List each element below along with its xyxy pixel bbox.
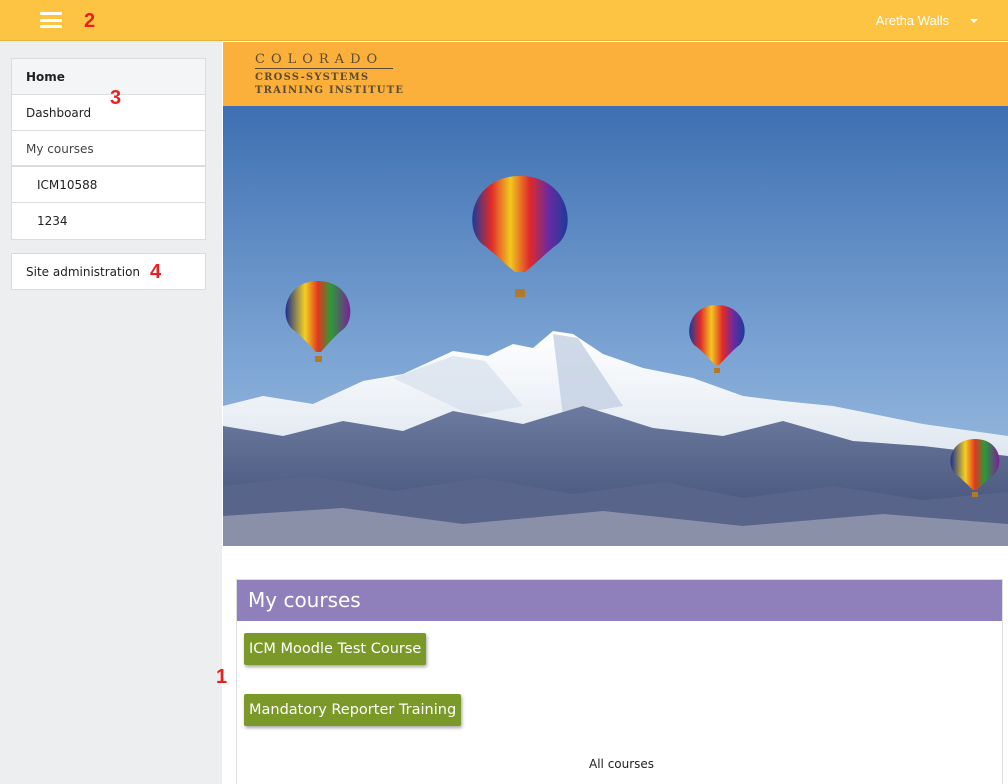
sidebar-item-dashboard[interactable]: Dashboard <box>12 95 205 131</box>
sidebar-item-course-icm10588[interactable]: ICM10588 <box>12 167 205 203</box>
annotation-marker-3: 3 <box>110 87 122 109</box>
top-navbar: Aretha Walls <box>0 0 1008 41</box>
course-button-icm-moodle-test[interactable]: ICM Moodle Test Course <box>244 633 427 665</box>
site-logo[interactable]: COLORADO CROSS-SYSTEMS TRAINING INSTITUT… <box>255 53 404 97</box>
hot-air-balloons-over-mountains-image <box>223 106 1008 546</box>
course-button-mandatory-reporter[interactable]: Mandatory Reporter Training <box>244 694 462 726</box>
my-courses-panel: My courses ICM Moodle Test Course Mandat… <box>236 579 1003 784</box>
sidebar-nav-block: Home Dashboard My courses ICM10588 1234 <box>11 58 206 240</box>
logo-line-colorado: COLORADO <box>255 52 384 67</box>
brand-header: COLORADO CROSS-SYSTEMS TRAINING INSTITUT… <box>223 42 1008 106</box>
hero-image <box>223 106 1008 546</box>
sidebar-item-my-courses[interactable]: My courses <box>12 131 205 167</box>
logo-line-cross-systems: CROSS-SYSTEMS <box>255 72 370 83</box>
logo-rule <box>255 68 393 69</box>
hamburger-menu-icon[interactable] <box>40 12 62 28</box>
annotation-marker-4: 4 <box>150 261 162 283</box>
sidebar-item-course-1234[interactable]: 1234 <box>12 203 205 239</box>
all-courses-link[interactable]: All courses <box>589 757 654 771</box>
sidebar-item-home[interactable]: Home <box>12 59 205 95</box>
user-menu-name[interactable]: Aretha Walls <box>876 13 949 28</box>
sidebar-admin-block: Site administration <box>11 253 206 290</box>
caret-down-icon[interactable] <box>970 19 978 23</box>
my-courses-title: My courses <box>237 580 1002 621</box>
annotation-marker-2: 2 <box>84 10 96 32</box>
annotation-marker-1: 1 <box>216 666 228 688</box>
sidebar-item-site-administration[interactable]: Site administration <box>12 254 205 290</box>
logo-line-training-institute: TRAINING INSTITUTE <box>255 85 405 96</box>
